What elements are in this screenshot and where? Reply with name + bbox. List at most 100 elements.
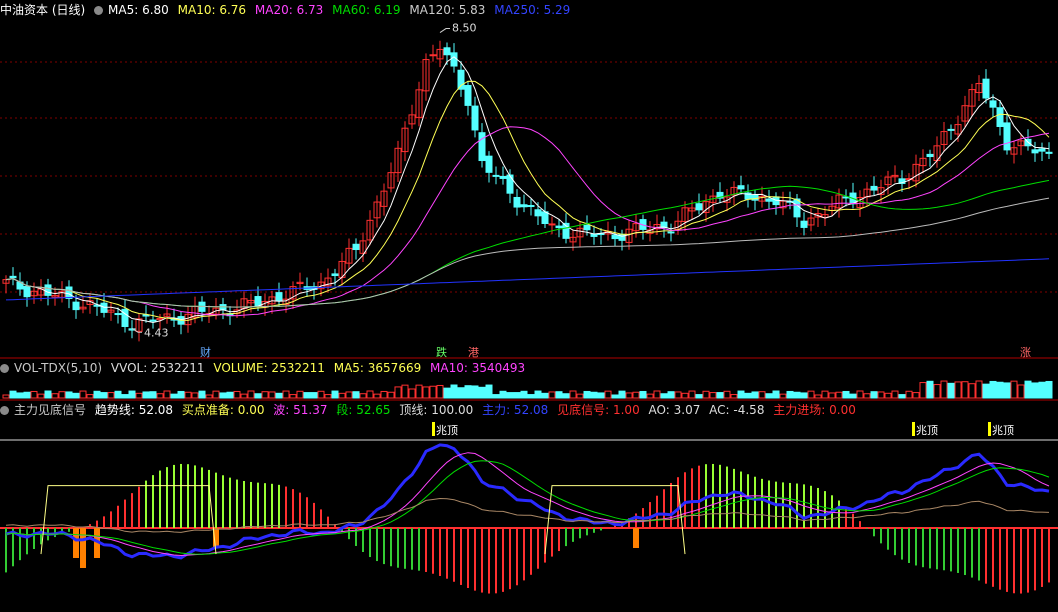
candle-body	[695, 203, 703, 211]
volume-bar	[1024, 380, 1032, 399]
volume-bar	[1031, 382, 1039, 399]
volume-bar	[268, 391, 276, 399]
volume-bar	[443, 387, 451, 399]
volume-bar	[457, 387, 465, 399]
volume-bar	[625, 392, 633, 399]
volume-bar	[135, 392, 143, 399]
candle-body	[520, 204, 528, 208]
buy-signal-bar	[633, 528, 639, 548]
candle-body	[982, 78, 990, 99]
ma20-line	[5, 126, 1050, 317]
candle-body	[114, 313, 122, 316]
buy-signal-bar	[80, 528, 86, 568]
ma5-line	[5, 56, 1050, 324]
volume-bar	[86, 394, 94, 399]
candle-body	[506, 174, 514, 194]
volume-bar	[177, 390, 185, 399]
volume-bar	[744, 392, 752, 399]
candle-body	[870, 185, 878, 191]
volume-bar	[240, 393, 248, 399]
volume-bar	[541, 392, 549, 399]
volume-bar	[373, 393, 381, 399]
volume-bar	[282, 390, 290, 399]
volume-bar	[618, 390, 626, 399]
volume-bar	[485, 384, 493, 399]
volume-bar	[499, 390, 507, 399]
volume-bar	[821, 390, 829, 399]
volume-bar	[387, 391, 395, 399]
volume-bar	[597, 392, 605, 399]
chart-canvas[interactable]: 8.50 4.43 财 跌 港 涨兆顶 兆顶 兆顶	[0, 0, 1058, 612]
volume-bar	[513, 392, 521, 399]
volume-bar	[226, 391, 234, 399]
volume-bar	[765, 393, 773, 399]
volume-bar	[940, 380, 948, 399]
volume-bar	[359, 393, 367, 399]
volume-bar	[975, 380, 983, 399]
volume-bar	[709, 392, 717, 399]
volume-bar	[51, 393, 59, 399]
volume-bar	[632, 391, 640, 399]
volume-bar	[674, 391, 682, 399]
volume-bar	[716, 392, 724, 399]
ma60-line	[5, 179, 1050, 308]
volume-bar	[891, 390, 899, 399]
volume-bar	[72, 392, 80, 399]
volume-bar	[793, 391, 801, 399]
candle-body	[541, 211, 549, 225]
volume-bar	[205, 394, 213, 399]
volume-bar	[604, 390, 612, 399]
volume-bar	[184, 391, 192, 399]
wave-line	[5, 452, 1050, 557]
candle-body	[478, 132, 486, 162]
volume-bar	[562, 393, 570, 399]
candle-body	[149, 319, 157, 322]
volume-bar	[1038, 381, 1046, 399]
candle-body	[611, 234, 619, 240]
volume-bar	[786, 390, 794, 399]
volume-bar	[2, 394, 10, 399]
candle-body	[583, 224, 591, 231]
volume-bar	[478, 386, 486, 399]
volume-bar	[954, 381, 962, 399]
ma120-line	[5, 197, 1050, 308]
volume-bar	[310, 392, 318, 399]
candle-body	[492, 174, 500, 177]
candle-body	[737, 185, 745, 190]
volume-bar	[261, 391, 269, 399]
volume-bar	[212, 390, 220, 399]
candle-body	[100, 302, 108, 313]
volume-bar	[44, 390, 52, 399]
volume-bar	[989, 380, 997, 399]
volume-bar	[436, 384, 444, 399]
volume-bar	[345, 391, 353, 399]
volume-bar	[926, 380, 934, 399]
volume-bar	[870, 391, 878, 399]
candle-body	[800, 220, 808, 228]
volume-bar	[429, 385, 437, 399]
top-signal-flag	[912, 422, 915, 436]
volume-bar	[303, 392, 311, 399]
candle-body	[996, 107, 1004, 127]
main-force-line	[5, 443, 1050, 560]
volume-bar	[898, 394, 906, 399]
volume-bar	[1045, 380, 1053, 399]
volume-bar	[772, 390, 780, 399]
candle-body	[443, 47, 451, 56]
volume-bar	[408, 388, 416, 399]
volume-bar	[380, 390, 388, 399]
volume-bar	[695, 394, 703, 399]
volume-bar	[128, 390, 136, 399]
event-marker: 财	[200, 345, 211, 359]
volume-bar	[828, 392, 836, 399]
volume-bar	[576, 393, 584, 399]
volume-bar	[506, 392, 514, 399]
volume-bar	[611, 394, 619, 399]
volume-bar	[156, 393, 164, 399]
volume-bar	[534, 390, 542, 399]
volume-bar	[464, 385, 472, 399]
volume-bar	[905, 390, 913, 399]
volume-bar	[9, 390, 17, 399]
volume-bar	[65, 391, 73, 399]
top-signal-label: 兆顶	[436, 424, 458, 437]
